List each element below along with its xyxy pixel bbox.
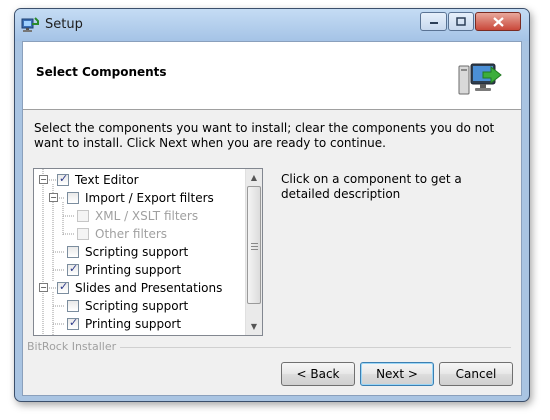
minimize-icon [429,21,438,24]
checkbox-slides-printing-support[interactable]: ✓ [67,316,79,330]
close-icon [492,16,504,27]
installer-brand: BitRock Installer [27,340,121,353]
cancel-button[interactable]: Cancel [439,362,513,386]
tree-item-scripting-support[interactable]: Scripting support [34,243,246,261]
title-bar[interactable]: Setup [15,9,529,41]
instructions-text: Select the components you want to instal… [34,121,495,150]
tree-item-label: Text Editor [75,173,139,187]
checkbox-import-export-filters[interactable] [67,192,79,204]
page-title: Select Components [36,65,167,79]
tree-item-other-filters: Other filters [34,225,246,243]
window-title: Setup [45,17,83,32]
maximize-icon [456,17,466,26]
tree-item-label: Printing support [85,317,182,331]
dialog-body: Select Components Select the components … [22,41,522,396]
tree-item-label: Scripting support [85,299,189,313]
checkbox-slides-scripting-support[interactable] [67,300,79,312]
back-button[interactable]: < Back [281,362,355,386]
maximize-button[interactable] [448,12,474,31]
tree-item-text-editor[interactable]: − ✓ Text Editor [34,171,246,189]
checkbox-xml-xslt-filters [77,210,89,222]
checkbox-slides-and-presentations[interactable]: ✓ [57,280,69,294]
tree-item-slides-scripting-support[interactable]: Scripting support [34,297,246,315]
collapse-icon[interactable]: − [39,283,48,292]
tree-item-label: Other filters [95,227,168,241]
collapse-icon[interactable]: − [39,175,48,184]
computer-install-icon [458,63,502,95]
tree-item-xml-xslt-filters: XML / XSLT filters [34,207,246,225]
checkmark-icon: ✓ [69,262,79,275]
tree-item-slides-printing-support[interactable]: ✓ Printing support [34,315,246,333]
scroll-down-icon[interactable]: ▼ [246,318,262,335]
checkmark-icon: ✓ [59,172,69,185]
tree-item-printing-support[interactable]: ✓ Printing support [34,261,246,279]
tree-scrollbar[interactable]: ▲ ▼ [245,169,262,335]
checkmark-icon: ✓ [69,316,79,329]
scrollbar-thumb[interactable] [247,186,261,304]
component-description: Click on a component to get a detailed d… [281,172,462,201]
checkmark-icon: ✓ [59,280,69,293]
grip-icon [251,243,258,250]
components-tree[interactable]: − ✓ Text Editor − Import / Export filter… [33,168,263,336]
tree-item-label: Import / Export filters [85,191,214,205]
tree-item-import-export-filters[interactable]: − Import / Export filters [34,189,246,207]
setup-window: Setup Select Components Select the compo… [14,8,530,402]
tree-item-label: XML / XSLT filters [95,209,199,223]
tree-item-label: Scripting support [85,245,189,259]
collapse-icon[interactable]: − [49,193,58,202]
checkbox-printing-support[interactable]: ✓ [67,262,79,276]
minimize-button[interactable] [420,12,447,31]
close-button[interactable] [475,12,521,31]
next-button[interactable]: Next > [360,362,434,386]
tree-item-slides-and-presentations[interactable]: − ✓ Slides and Presentations [34,279,246,297]
setup-app-icon [21,17,39,32]
header-band: Select Components [23,42,521,110]
checkbox-other-filters [77,228,89,240]
checkbox-text-editor[interactable]: ✓ [57,172,69,186]
scroll-up-icon[interactable]: ▲ [246,169,262,186]
tree-item-label: Printing support [85,263,182,277]
checkbox-scripting-support[interactable] [67,246,79,258]
tree-item-label: Slides and Presentations [75,281,223,295]
